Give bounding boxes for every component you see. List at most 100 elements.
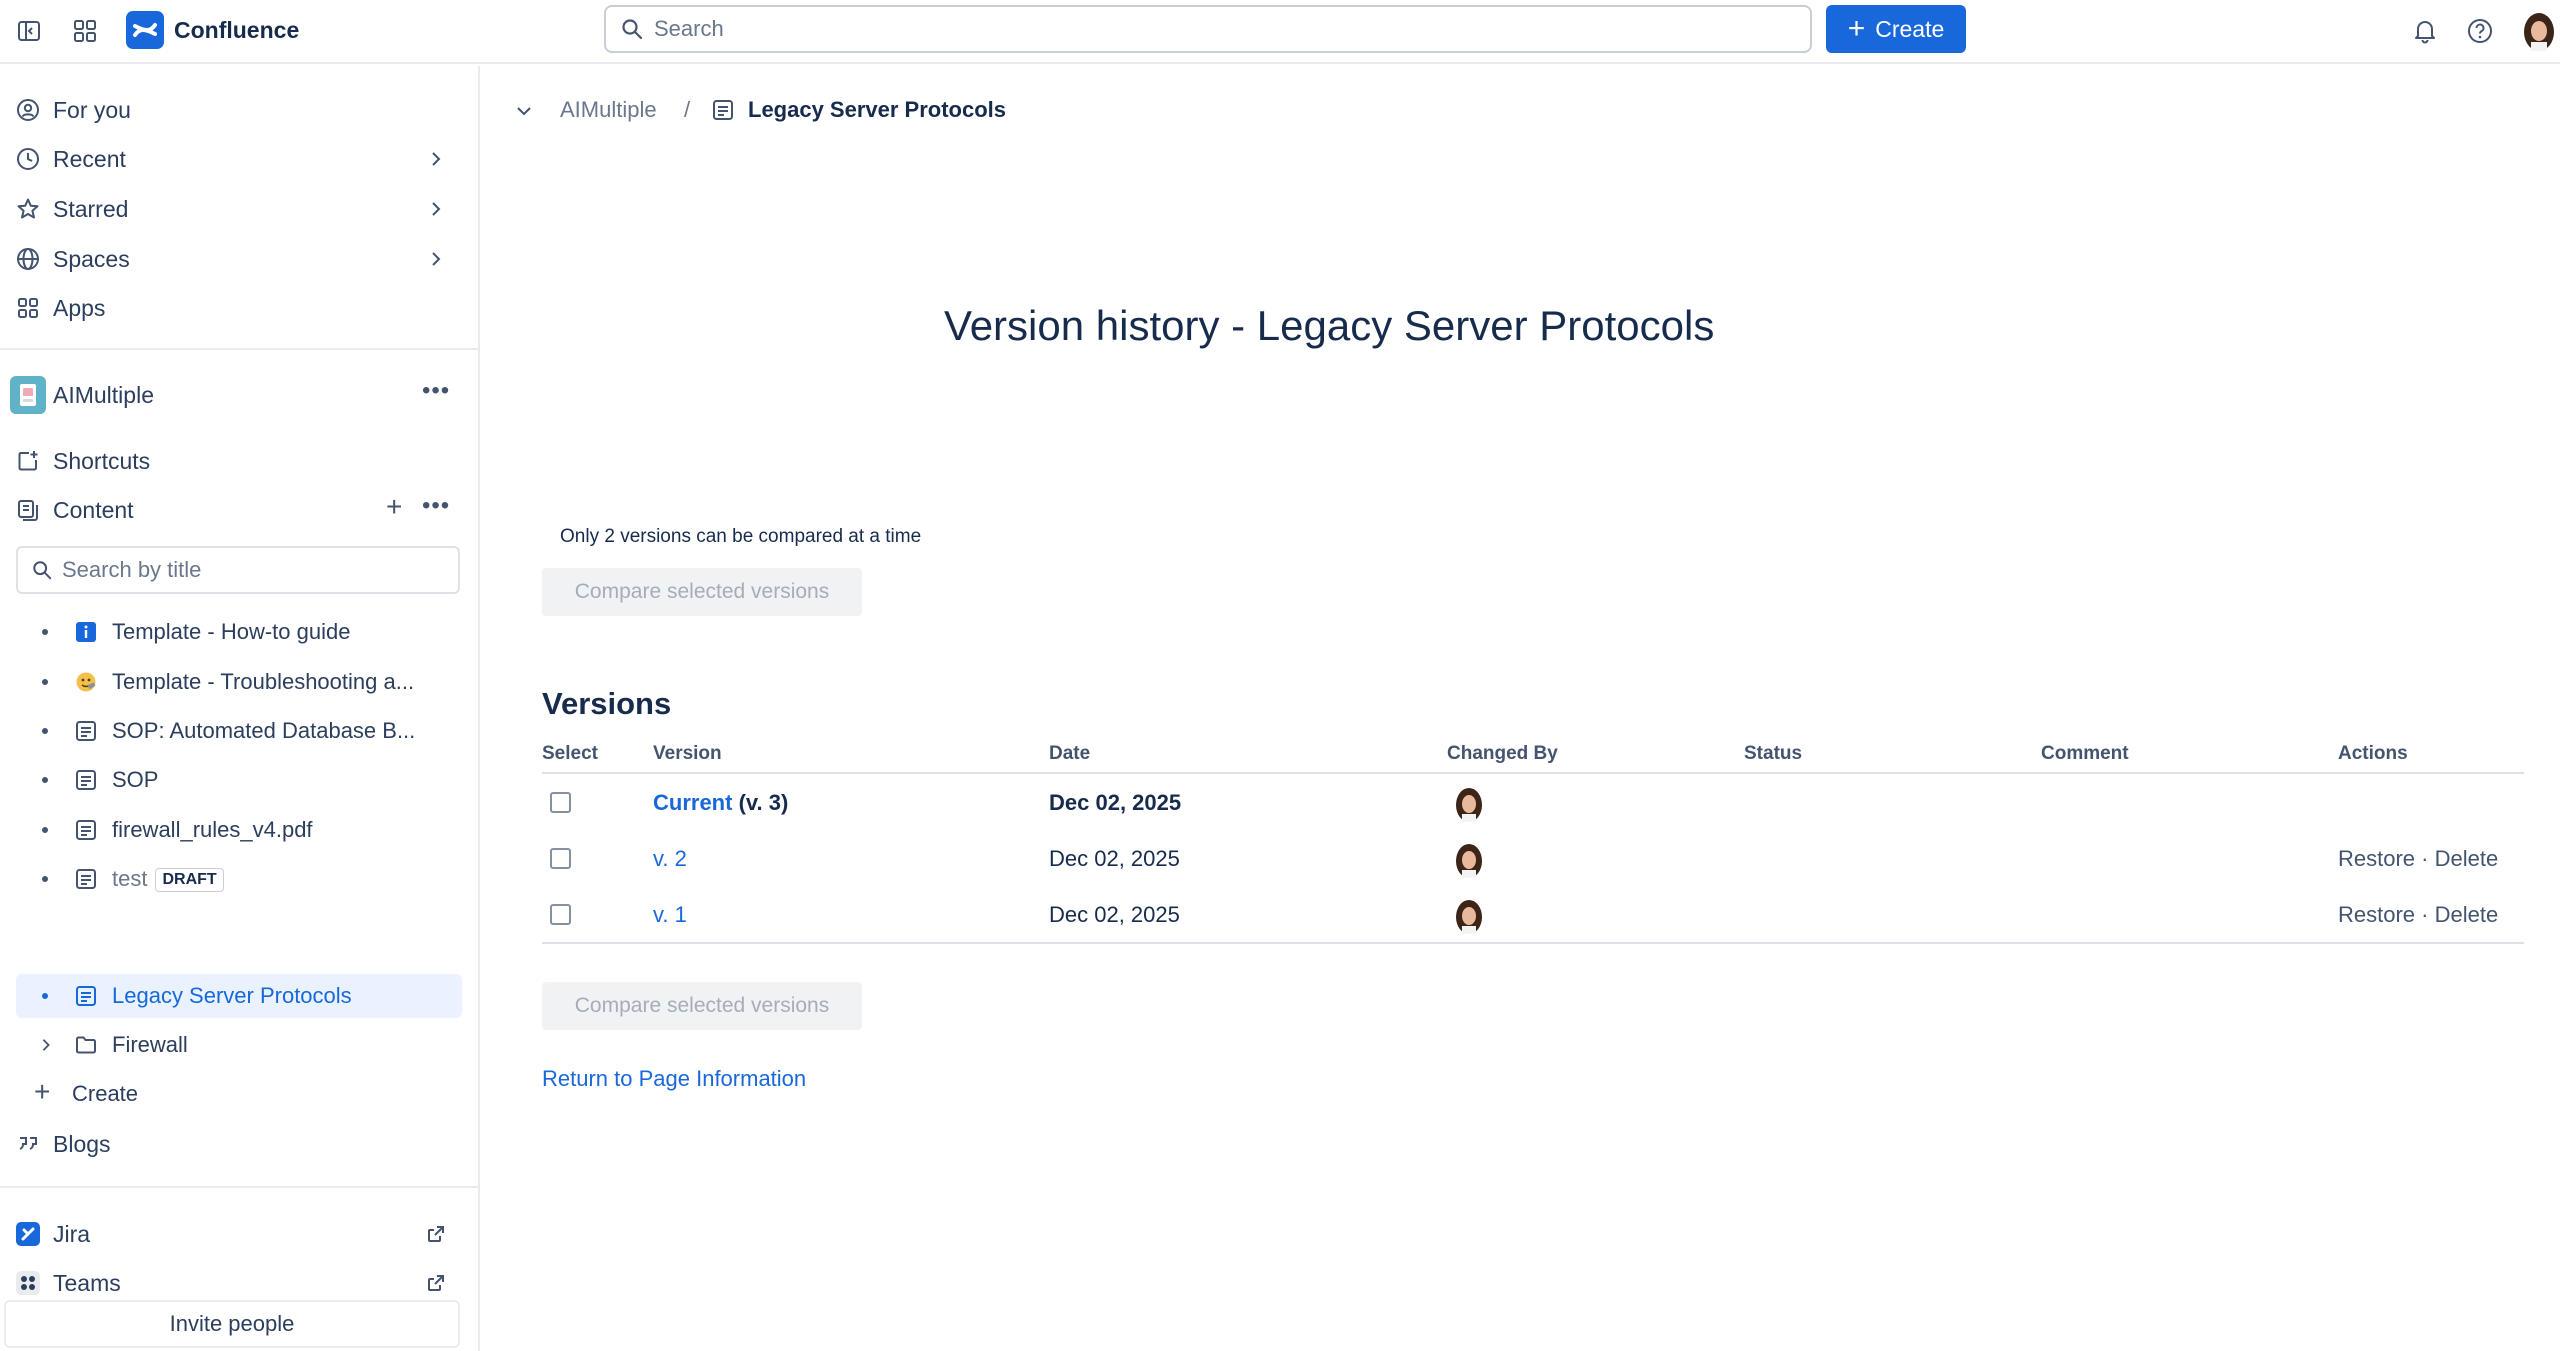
sidebar-item-for-you[interactable]: For you [0,88,460,132]
app-switcher-icon[interactable] [70,16,100,46]
avatar[interactable] [1454,899,1484,935]
column-header-comment: Comment [2041,743,2129,764]
create-button[interactable]: + Create [1826,5,1966,53]
apps-icon [14,294,42,322]
restore-delete-actions[interactable]: Restore · Delete [2338,846,2498,872]
tree-item-label: Firewall [112,1032,188,1057]
sidebar-item-label: Shortcuts [53,447,151,474]
chevron-right-icon[interactable] [424,147,448,171]
sidebar-item-shortcuts[interactable]: Shortcuts [0,439,460,483]
select-version-checkbox[interactable] [550,904,571,925]
bullet [42,827,48,833]
breadcrumb-separator: / [684,97,691,122]
space-header[interactable]: AIMultiple ••• [0,373,460,417]
tree-item-sop-automated[interactable]: SOP: Automated Database B... [0,709,462,753]
sidebar-item-recent[interactable]: Recent [0,137,460,181]
chevron-right-icon[interactable] [424,247,448,271]
select-version-checkbox[interactable] [550,792,571,813]
sidebar-item-label: Apps [53,294,106,321]
teams-icon [14,1269,42,1297]
sidebar-item-starred[interactable]: Starred [0,187,460,231]
global-search-input[interactable]: Search [604,5,1812,53]
external-link-icon[interactable] [424,1222,448,1246]
tree-item-legacy-server-protocols[interactable]: Legacy Server Protocols [16,974,462,1018]
tree-item-firewall-rules[interactable]: firewall_rules_v4.pdf [0,808,462,852]
tree-item-troubleshooting[interactable]: Template - Troubleshooting a... [0,660,462,704]
column-header-changed-by: Changed By [1447,743,1558,764]
date-cell: Dec 02, 2025 [1049,790,1182,815]
tree-item-label: Legacy Server Protocols [112,983,352,1008]
sidebar-divider [0,348,478,350]
sidebar-item-label: Jira [53,1220,91,1247]
tree-item-label: Template - Troubleshooting a... [112,669,415,694]
column-header-actions: Actions [2338,743,2408,764]
date-cell: Dec 02, 2025 [1049,902,1180,927]
compare-selected-versions-button[interactable]: Compare selected versions [542,568,862,616]
chevron-right-icon[interactable] [36,1035,56,1055]
folder-icon [72,1031,100,1059]
sidebar-item-jira[interactable]: Jira [0,1212,460,1256]
chevron-right-icon[interactable] [424,197,448,221]
help-icon[interactable] [2465,16,2495,46]
sidebar-item-content[interactable]: Content + ••• [0,488,460,532]
page-icon [72,982,100,1010]
external-link-icon[interactable] [424,1271,448,1295]
page-icon [710,97,736,123]
draft-badge: DRAFT [155,868,224,892]
sidebar-item-apps[interactable]: Apps [0,286,460,330]
version-link[interactable]: v. 2 [653,846,687,871]
jira-icon [14,1220,42,1248]
clock-icon [14,145,42,173]
space-avatar-icon [10,376,46,414]
plus-icon: + [34,1076,51,1107]
version-cell: v. 1 [653,902,687,928]
search-icon [618,15,646,43]
sidebar-item-label: Teams [53,1269,121,1296]
add-content-icon[interactable]: + [386,491,402,523]
version-cell: Current (v. 3) [653,790,788,816]
sidebar-item-teams[interactable]: Teams [0,1261,460,1305]
sidebar-item-blogs[interactable]: Blogs [0,1122,460,1166]
return-to-page-information-link[interactable]: Return to Page Information [542,1066,806,1092]
versions-heading: Versions [542,686,672,721]
version-link[interactable]: Current [653,790,732,815]
version-link[interactable]: v. 1 [653,902,687,927]
sidebar: For you Recent Starred Spaces Apps AIMul… [0,66,480,1351]
breadcrumb-space[interactable]: AIMultiple [560,97,657,123]
confluence-logo-icon[interactable] [126,11,164,49]
column-header-select: Select [542,743,598,764]
compare-selected-versions-button[interactable]: Compare selected versions [542,982,862,1030]
avatar[interactable] [1454,787,1484,823]
create-content-button[interactable]: + Create [0,1072,462,1116]
tree-item-label: Template - How-to guide [112,619,351,644]
tree-item-label-wrap: test DRAFT [112,866,224,892]
sidebar-item-label: Recent [53,145,126,172]
page-icon [72,816,100,844]
app-name[interactable]: Confluence [174,17,299,44]
breadcrumb-page[interactable]: Legacy Server Protocols [748,97,1006,123]
tree-item-sop[interactable]: SOP [0,758,462,802]
chevron-down-icon[interactable] [512,99,536,123]
tree-item-how-to-guide[interactable]: Template - How-to guide [0,610,462,654]
select-version-checkbox[interactable] [550,848,571,869]
version-suffix: (v. 3) [732,790,789,815]
user-avatar[interactable] [2522,12,2556,52]
invite-people-button[interactable]: Invite people [4,1300,460,1348]
more-options-icon[interactable]: ••• [422,377,450,405]
page-icon [72,766,100,794]
tree-item-label: SOP [112,767,159,792]
content-search-input[interactable]: Search by title [16,546,460,594]
info-square-icon [72,618,100,646]
person-circle-icon [14,96,42,124]
tree-item-test[interactable]: test DRAFT [0,857,462,901]
sidebar-item-spaces[interactable]: Spaces [0,237,460,281]
tree-item-firewall-folder[interactable]: Firewall [0,1023,462,1067]
create-button-label: Create [1875,15,1945,42]
star-icon [14,195,42,223]
sidebar-item-label: Blogs [53,1130,111,1157]
sidebar-toggle-icon[interactable] [14,16,44,46]
more-options-icon[interactable]: ••• [422,492,450,520]
restore-delete-actions[interactable]: Restore · Delete [2338,902,2498,928]
avatar[interactable] [1454,843,1484,879]
bell-icon[interactable] [2410,16,2440,46]
